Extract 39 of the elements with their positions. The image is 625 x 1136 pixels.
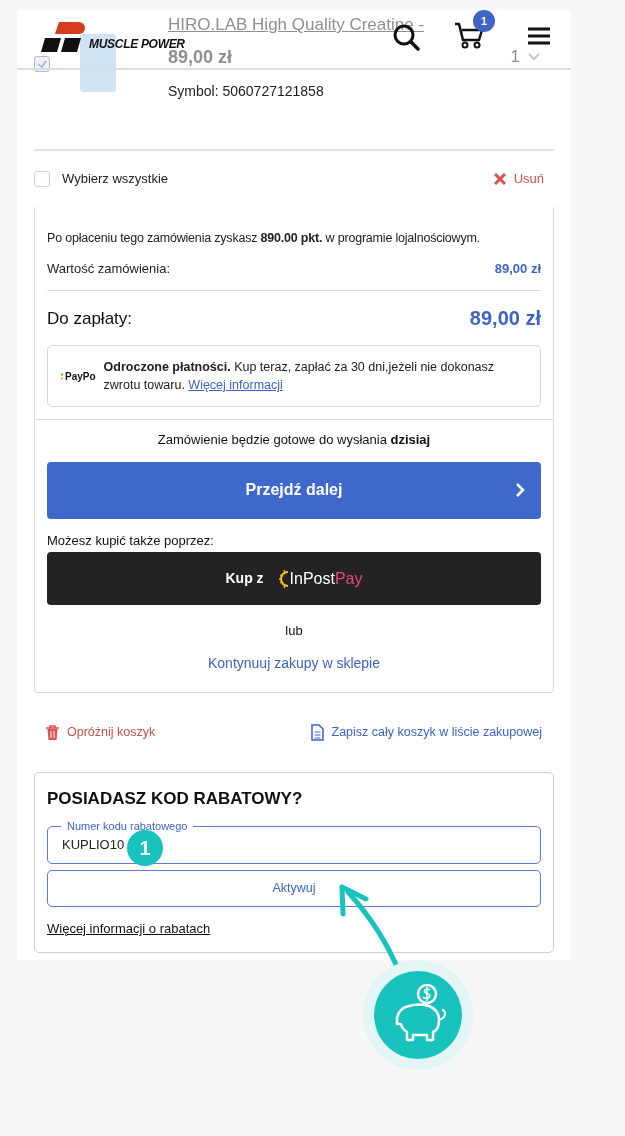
deferred-payment-text: Odroczone płatności. Kup teraz, zapłać za 30 dni,jeżeli nie dokonasz zwrotu towaru. Więcej informacji bbox=[103, 359, 496, 395]
total-label: Do zapłaty: bbox=[47, 307, 133, 330]
product-title-link[interactable]: HIRO.LAB High Quality Creatine - bbox=[168, 12, 425, 38]
dots-icon bbox=[60, 372, 64, 380]
cart-count-badge: 1 bbox=[473, 10, 495, 32]
menu-icon[interactable] bbox=[528, 27, 550, 45]
inpost-pay-button[interactable]: Kup z InPostPay bbox=[47, 552, 541, 606]
coupon-heading: POSIADASZ KOD RABATOWY? bbox=[47, 787, 304, 810]
close-icon bbox=[493, 173, 506, 185]
save-cart-link[interactable]: Zapisz cały koszyk w liście zakupowej bbox=[310, 722, 542, 742]
document-icon bbox=[310, 723, 324, 741]
chevron-down-icon bbox=[528, 52, 540, 61]
sun-icon bbox=[277, 568, 290, 589]
total-amount: 89,00 zł bbox=[469, 306, 541, 332]
order-value-amount: 89,00 zł bbox=[494, 259, 541, 278]
continue-shopping-link[interactable]: Kontynuuj zakupy w sklepie bbox=[208, 652, 380, 674]
chevron-right-icon bbox=[515, 483, 525, 498]
trash-icon bbox=[46, 724, 59, 740]
shipping-ready-text: Zamówienie będzie gotowe do wysłania dzisiaj bbox=[156, 431, 432, 450]
loyalty-points-text: Po opłaceniu tego zamówienia zyskasz 890.00 pkt. w programie lojalnościowym. bbox=[47, 230, 481, 247]
step-number-badge: 1 bbox=[127, 830, 163, 866]
logo-mark-icon bbox=[41, 22, 87, 54]
alternative-payment-label: Możesz kupić także poprzez: bbox=[47, 531, 215, 550]
empty-cart-link[interactable]: Opróżnij koszyk bbox=[46, 722, 156, 742]
check-icon bbox=[37, 60, 47, 68]
proceed-button[interactable]: Przejdź dalej bbox=[47, 461, 541, 519]
product-symbol: Symbol: 5060727121858 bbox=[168, 82, 324, 101]
discount-info-link[interactable]: Więcej informacji o rabatach bbox=[47, 919, 211, 939]
more-info-link[interactable]: Więcej informacji bbox=[188, 378, 283, 393]
select-all-label: Wybierz wszystkie bbox=[62, 170, 169, 189]
product-price: 89,00 zł bbox=[168, 47, 233, 69]
paypo-logo: PayPo bbox=[65, 369, 96, 384]
remove-button[interactable]: Usuń bbox=[493, 169, 544, 189]
activate-button[interactable]: Aktywuj bbox=[47, 870, 541, 907]
select-all-checkbox[interactable] bbox=[34, 171, 50, 187]
or-label: lub bbox=[284, 622, 304, 641]
coupon-field-label: Numer kodu rabatowego bbox=[61, 819, 194, 833]
order-value-label: Wartość zamówienia: bbox=[47, 259, 171, 278]
quantity-select[interactable]: 1 bbox=[510, 44, 540, 70]
